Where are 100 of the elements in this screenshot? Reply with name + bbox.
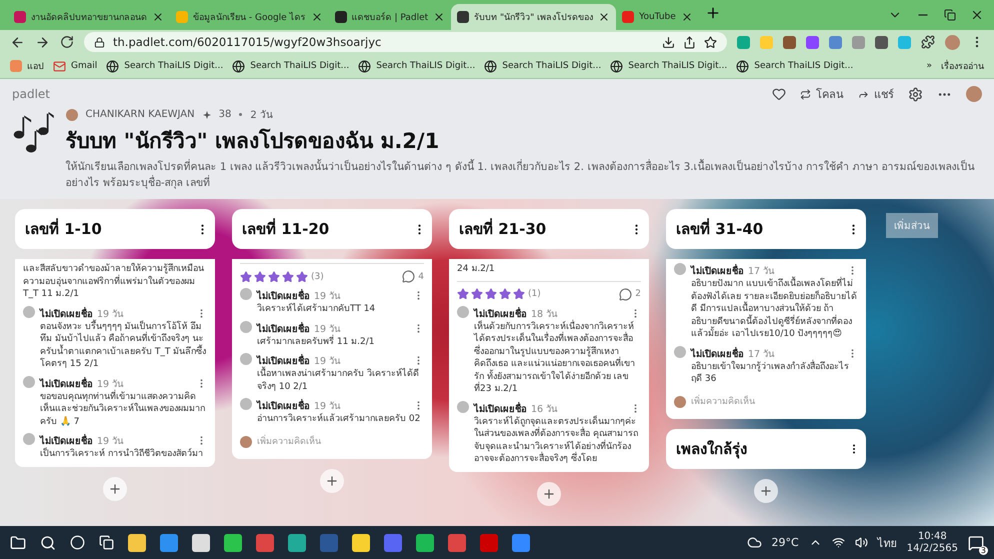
share-icon[interactable] <box>683 36 696 48</box>
browser-tab[interactable]: แดชบอร์ด | Padlet <box>328 4 452 30</box>
comment-text: อธิบายปังมาก แบบเข้าถึงเนื้อเพลงโดยที่ไม่ต้องฟังได้เลย รายละเอียดยิบย่อยก็อธิบายได้ดี มีการแปลเนื้อหาบางส่วนให้ด้วย ถ้าอธิบายดีขนาดนี้ต้องไปดูซีรี่ย์หลังจากที่ดองแล้วมั้ยอ่ะ เอาไปเรย10/10 ปังๆๆๆๆๆ😍 <box>691 278 858 340</box>
app-icon[interactable] <box>160 534 178 552</box>
star-icon[interactable] <box>704 36 717 48</box>
more-bookmarks[interactable]: » <box>926 61 932 71</box>
avatar-icon <box>23 433 35 445</box>
add-post-button[interactable] <box>103 476 127 500</box>
temperature: 29°C <box>772 536 799 549</box>
comment-age: 17 วัน <box>748 348 774 360</box>
settings-icon[interactable] <box>908 86 923 102</box>
globe-icon <box>736 60 750 72</box>
close-icon[interactable] <box>680 11 693 23</box>
comment-text: ตอนจังหวะ บรึ้นๆๆๆๆ มันเป็นการโอ้โห้ อึมทึม มันบ้าไปแล้ว คือถ้าคนที่เข้าถึงจริงๆ นะครับน้ำตาแตกคาเบ้าเลยครับ T_T มันลึกซึ้งโคตรๆ 15 2/1 <box>40 320 207 370</box>
clone-button[interactable]: โคลน <box>800 85 844 103</box>
rating-count: (3) <box>311 272 324 282</box>
comment-age: 18 วัน <box>531 308 558 320</box>
browser-tab[interactable]: ข้อมูลนักเรียน - Google ไดร <box>170 4 329 30</box>
close-icon[interactable] <box>310 11 323 23</box>
reading-list-button[interactable]: เรื่องรออ่าน <box>941 59 984 73</box>
bookmark-link[interactable]: Gmail <box>53 60 98 72</box>
reload-icon[interactable] <box>60 35 74 49</box>
column-title: เลขที่ 11-20 <box>242 217 330 240</box>
language-indicator[interactable]: ไทย <box>878 534 897 552</box>
close-icon[interactable] <box>433 11 446 23</box>
comment-icon[interactable] <box>619 288 632 300</box>
commenter-name: ไม่เปิดเผยชื่อ <box>257 353 310 367</box>
comment-icon[interactable] <box>402 270 416 283</box>
cortana-icon[interactable] <box>70 535 85 550</box>
extension-icon[interactable] <box>875 36 888 48</box>
site-icon <box>457 11 470 23</box>
extension-icon[interactable] <box>806 36 819 48</box>
app-icon[interactable] <box>192 534 210 552</box>
star-rating[interactable] <box>240 270 308 282</box>
app-icon[interactable] <box>416 534 434 552</box>
close-icon[interactable] <box>598 11 610 23</box>
bookmark-link[interactable]: Search ThaiLIS Digit... <box>232 60 350 72</box>
comment-age: 19 วัน <box>97 378 124 390</box>
browser-tab[interactable]: รับบท "นักรีวิว" เพลงโปรดของ <box>451 4 616 30</box>
search-icon[interactable] <box>40 534 56 550</box>
address-bar[interactable]: th.padlet.com/6020117015/wgyf20w3hsoarjyc <box>84 32 727 52</box>
column-title: เลขที่ 1-10 <box>25 217 102 240</box>
comment-text: เศร้ามากเลยครับพรี่ 11 ม.2/1 <box>257 336 376 348</box>
bookmark-link[interactable]: Search ThaiLIS Digit... <box>358 60 476 72</box>
bookmark-link[interactable]: Search ThaiLIS Digit... <box>610 60 728 72</box>
bookmark-link[interactable]: แอป <box>10 59 44 73</box>
app-icon[interactable] <box>352 534 370 552</box>
weather-icon <box>746 535 762 550</box>
extension-icon[interactable] <box>783 36 796 48</box>
close-icon[interactable] <box>152 11 164 23</box>
comment-text: อธิบายเข้าใจมากรู้ว่าเพลงกำลังสื่อถึงอะไร ฤดี 36 <box>691 360 850 386</box>
commenter-name: ไม่เปิดเผยชื่อ <box>40 433 93 448</box>
profile-avatar[interactable] <box>966 86 982 102</box>
commenter-name: ไม่เปิดเผยชื่อ <box>257 288 310 303</box>
add-post-button[interactable] <box>537 482 561 506</box>
back-icon[interactable] <box>10 34 25 50</box>
board-title: รับบท "นักรีวิว" เพลงโปรดของฉัน ม.2/1 <box>66 128 440 155</box>
comment-count: 2 <box>635 289 641 299</box>
globe-icon <box>484 60 498 72</box>
site-icon <box>176 11 188 23</box>
browser-tab[interactable]: YouTube <box>616 4 699 30</box>
commenter-name: ไม่เปิดเผยชื่อ <box>257 321 310 334</box>
clock[interactable]: 10:48 14/2/2565 <box>906 530 958 554</box>
rating-count: (1) <box>528 289 541 299</box>
comment-age: 19 วัน <box>97 435 124 448</box>
plus-icon <box>325 474 339 488</box>
bookmark-link[interactable]: Search ThaiLIS Digit... <box>484 60 602 72</box>
bookmark-link[interactable]: Search ThaiLIS Digit... <box>106 60 224 72</box>
forward-icon[interactable] <box>35 34 50 50</box>
mail-icon <box>53 60 66 72</box>
add-post-button[interactable] <box>320 468 344 492</box>
app-icon[interactable] <box>288 534 306 552</box>
extensions-icon[interactable] <box>921 35 935 49</box>
heart-icon[interactable] <box>772 87 786 101</box>
post-text: 24 ม.2/1 <box>457 263 496 276</box>
share-button[interactable]: แชร์ <box>858 85 894 103</box>
volume-icon[interactable] <box>854 536 868 549</box>
app-icon[interactable] <box>128 534 146 552</box>
comment-field[interactable]: เพิ่มความคิดเห็น <box>257 430 424 452</box>
comment-text: วิเคราะห์ได้ถูกจุดและตรงประเด็นมากๆค่ะ ในส่วนของเพลงที่ต้องการจะสื่อ คุณสามารถจับจุดและนำมาวิเคราะห์ได้อย่างที่นักร้องอาจจะต้องการจะสื่อจริงๆ ซึ่งโดย <box>474 416 639 466</box>
install-icon[interactable] <box>662 36 675 48</box>
extension-icon[interactable] <box>829 36 842 48</box>
task-view-icon[interactable] <box>99 535 114 550</box>
comment-field[interactable]: เพิ่มความคิดเห็น <box>691 390 858 412</box>
close-icon[interactable] <box>970 8 984 22</box>
browser-tab[interactable]: งานอัดคลิปบทอาขยานกลอนด <box>8 4 170 30</box>
restore-icon[interactable] <box>944 9 956 21</box>
commenter-name: ไม่เปิดเผยชื่อ <box>474 401 527 416</box>
new-tab-icon[interactable] <box>704 5 721 21</box>
avatar-icon <box>23 306 35 318</box>
bookmark-link[interactable]: Search ThaiLIS Digit... <box>736 60 854 72</box>
app-icon[interactable] <box>224 534 242 552</box>
apps-icon <box>10 60 22 72</box>
comment-age: 19 วัน <box>97 308 124 320</box>
add-post-button[interactable] <box>754 478 778 502</box>
comment-age: 17 วัน <box>748 265 774 277</box>
lock-icon <box>94 36 105 48</box>
column-title: เลขที่ 31-40 <box>676 217 764 240</box>
star-rating[interactable] <box>457 288 525 300</box>
star-icon <box>240 270 252 282</box>
